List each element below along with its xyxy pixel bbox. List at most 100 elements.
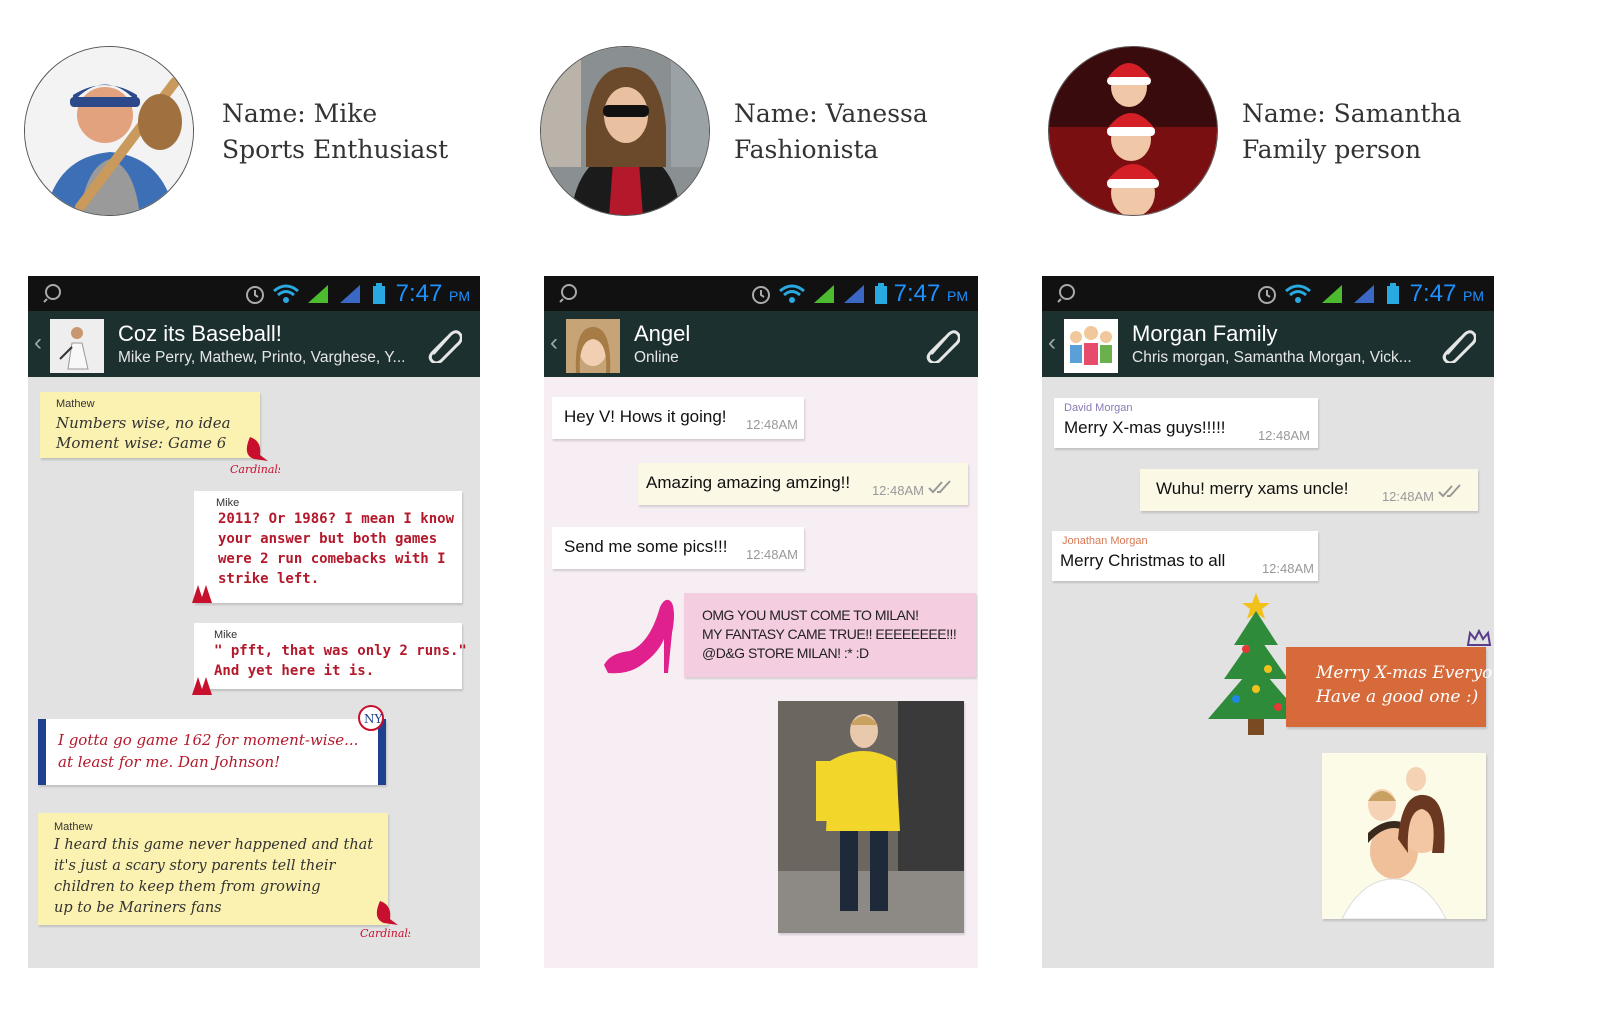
chat-area[interactable]: Hey V! Hows it going! 12:48AM Amazing am… (544, 377, 978, 968)
message-bubble[interactable]: Mike 2011? Or 1986? I mean I know your a… (194, 491, 462, 603)
message-line: Moment wise: Game 6 (56, 434, 227, 452)
message-sender: Mike (214, 629, 238, 641)
incoming-message[interactable]: Jonathan Morgan Merry Christmas to all 1… (1052, 531, 1318, 581)
back-chevron-icon[interactable]: ‹ (34, 329, 42, 357)
cardinals-logo-text: Cardinals (230, 463, 280, 476)
outgoing-message[interactable]: Merry X-mas Everyone! Have a good one :) (1286, 647, 1494, 727)
message-sender: Jonathan Morgan (1062, 535, 1148, 547)
message-line: @D&G STORE MILAN! :* :D (702, 645, 869, 661)
alarm-icon (1258, 286, 1276, 304)
battery-icon (1387, 283, 1399, 304)
persona-name: Name: Vanessa (734, 99, 928, 128)
persona-samantha: Name: Samantha Family person (1048, 46, 1508, 218)
persona-role: Family person (1242, 135, 1422, 164)
shared-family-photo (1322, 753, 1486, 920)
clock-ampm: PM (449, 288, 470, 304)
outgoing-message[interactable]: Wuhu! merry xams uncle! 12:48AM (1140, 469, 1478, 511)
chat-area[interactable]: David Morgan Merry X-mas guys!!!!! 12:48… (1042, 377, 1494, 968)
double-check-icon (1438, 484, 1461, 498)
phone-family-chat: 7:47 PM ‹ Morgan Family Chris morgan, Sa… (1042, 276, 1494, 968)
contact-avatar[interactable] (566, 319, 620, 373)
message-text: Send me some pics!!! (564, 537, 728, 556)
back-chevron-icon[interactable]: ‹ (1048, 329, 1056, 357)
back-chevron-icon[interactable]: ‹ (550, 329, 558, 357)
incoming-message[interactable]: David Morgan Merry X-mas guys!!!!! 12:48… (1054, 398, 1318, 448)
high-heel-shoe-icon (604, 599, 674, 674)
battery-icon (373, 283, 385, 304)
persona-role: Sports Enthusiast (222, 135, 449, 164)
image-message[interactable] (1322, 753, 1486, 920)
image-message[interactable] (778, 701, 964, 933)
attachment-icon[interactable] (424, 325, 462, 363)
persona-samantha-text: Name: Samantha Family person (1242, 96, 1461, 168)
message-line: up to be Mariners fans (54, 900, 222, 916)
message-bubble[interactable]: Mike " pfft, that was only 2 runs." And … (194, 623, 467, 689)
wifi-icon (1285, 284, 1311, 303)
message-line: And yet here it is. (214, 663, 375, 679)
incoming-message[interactable]: Send me some pics!!! 12:48AM (552, 527, 804, 569)
message-line: children to keep them from growing (54, 879, 321, 895)
signal-green-icon (308, 285, 328, 303)
message-line: OMG YOU MUST COME TO MILAN! (702, 607, 919, 623)
persona-name: Name: Samantha (1242, 99, 1462, 128)
chat-header[interactable]: ‹ Angel Online (544, 311, 978, 377)
outgoing-message[interactable]: OMG YOU MUST COME TO MILAN! MY FANTASY C… (684, 593, 976, 677)
outgoing-message[interactable]: Amazing amazing amzing!! 12:48AM (638, 463, 968, 505)
clock-time: 7:47 (1409, 280, 1457, 307)
persona-vanessa: Name: Vanessa Fashionista (540, 46, 1000, 218)
persona-role: Fashionista (734, 135, 879, 164)
message-sender: David Morgan (1064, 402, 1133, 414)
message-time: 12:48AM (871, 483, 924, 498)
clock-ampm: PM (1463, 288, 1484, 304)
signal-blue-icon (844, 285, 864, 303)
phone-baseball-chat: 7:47 PM ‹ Coz its Baseball! Mike Perry, … (28, 276, 480, 968)
message-line: Numbers wise, no idea (56, 414, 231, 432)
chat-area[interactable]: Mathew Numbers wise, no idea Moment wise… (28, 377, 480, 968)
message-text: Amazing amazing amzing!! (646, 473, 851, 492)
attachment-icon[interactable] (1438, 325, 1476, 363)
chat-title: Coz its Baseball! (118, 321, 282, 346)
message-line: were 2 run comebacks with I (218, 551, 446, 567)
message-line: MY FANTASY CAME TRUE!! EEEEEEEE!!! (702, 626, 957, 642)
cardinals-logo-icon: Cardinals (360, 901, 410, 940)
group-avatar[interactable] (1064, 319, 1118, 373)
alarm-icon (246, 286, 264, 304)
message-bubble[interactable]: I gotta go game 162 for moment-wise... a… (38, 719, 386, 785)
attachment-icon[interactable] (922, 325, 960, 363)
signal-blue-icon (340, 285, 360, 303)
cardinals-logo-text: Cardinals (360, 927, 410, 940)
yankees-logo-text: NY (364, 712, 384, 726)
clock-time: 7:47 (893, 280, 941, 307)
incoming-message[interactable]: Hey V! Hows it going! 12:48AM (552, 397, 804, 439)
status-bar: 7:47 PM (544, 276, 978, 311)
persona-mike: Name: Mike Sports Enthusiast (24, 46, 484, 218)
clock: 7:47 PM (1410, 280, 1484, 308)
signal-green-icon (814, 285, 834, 303)
message-sender: Mike (216, 497, 240, 509)
message-line: I heard this game never happened and tha… (54, 837, 374, 853)
chat-title: Morgan Family (1132, 321, 1278, 346)
message-line: strike left. (218, 571, 320, 587)
message-bubble[interactable]: Mathew I heard this game never happened … (38, 813, 388, 925)
chat-header[interactable]: ‹ Coz its Baseball! Mike Perry, Mathew, … (28, 311, 480, 377)
message-line: Have a good one :) (1316, 687, 1479, 707)
chat-title: Angel (634, 321, 691, 346)
red-sox-logo-icon (192, 585, 212, 603)
battery-icon (875, 283, 887, 304)
message-time: 12:48AM (745, 547, 798, 562)
clock-time: 7:47 (395, 280, 443, 307)
vanessa-photo (540, 46, 710, 216)
message-time: 12:48AM (745, 417, 798, 432)
group-avatar[interactable] (50, 319, 104, 373)
message-time: 12:48AM (1257, 428, 1310, 443)
message-time: 12:48AM (1261, 561, 1314, 576)
message-line: " pfft, that was only 2 runs." (214, 643, 467, 659)
crown-icon (1466, 629, 1492, 646)
message-bubble[interactable]: Mathew Numbers wise, no idea Moment wise… (40, 392, 260, 458)
yankees-logo-icon: NY (358, 705, 384, 731)
chat-header[interactable]: ‹ Morgan Family Chris morgan, Samantha M… (1042, 311, 1494, 377)
clock: 7:47 PM (894, 280, 968, 308)
persona-vanessa-text: Name: Vanessa Fashionista (734, 96, 928, 168)
wifi-icon (779, 284, 805, 303)
signal-green-icon (1322, 285, 1342, 303)
